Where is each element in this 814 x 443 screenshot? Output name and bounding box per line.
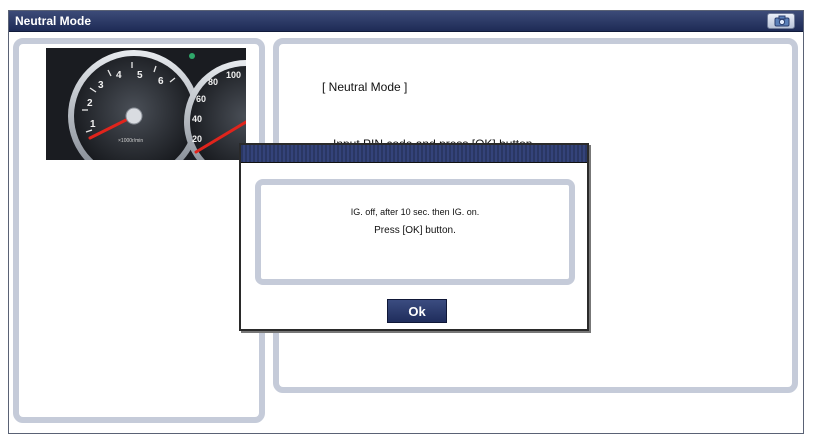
speedo-tick-2: 2 xyxy=(87,98,93,109)
dialog-message-line1: IG. off, after 10 sec. then IG. on. xyxy=(350,207,480,217)
ok-button[interactable]: Ok xyxy=(387,299,447,323)
camera-icon xyxy=(774,15,790,27)
speedo-tick-6: 6 xyxy=(158,76,164,87)
speed-tick-60: 60 xyxy=(196,94,206,104)
speedo-tick-5: 5 xyxy=(137,70,143,81)
capture-button[interactable] xyxy=(767,13,795,29)
speedo-tick-3: 3 xyxy=(98,80,104,91)
dialog-message-line2: Press [OK] button. xyxy=(374,225,456,236)
dialog-message-box: IG. off, after 10 sec. then IG. on. Pres… xyxy=(255,179,575,285)
instrument-cluster-image: 1 2 3 4 5 6 ×1000r/min 20 40 60 80 100 xyxy=(46,48,246,160)
neutral-mode-heading: [ Neutral Mode ] xyxy=(322,80,408,94)
speedo-tick-1: 1 xyxy=(90,119,96,130)
rpm-unit-label: ×1000r/min xyxy=(118,138,143,144)
window-title: Neutral Mode xyxy=(15,14,92,28)
speed-tick-40: 40 xyxy=(192,114,202,124)
speed-tick-20: 20 xyxy=(192,134,202,144)
speed-tick-100: 100 xyxy=(226,70,241,80)
speed-tick-80: 80 xyxy=(208,77,218,87)
speedo-tick-4: 4 xyxy=(116,70,122,81)
confirm-dialog: IG. off, after 10 sec. then IG. on. Pres… xyxy=(239,143,589,331)
window-titlebar: Neutral Mode xyxy=(9,11,803,32)
neutral-mode-window: Neutral Mode [ Neutral Mode ] Input PIN … xyxy=(8,10,804,434)
dialog-titlebar xyxy=(241,145,587,163)
